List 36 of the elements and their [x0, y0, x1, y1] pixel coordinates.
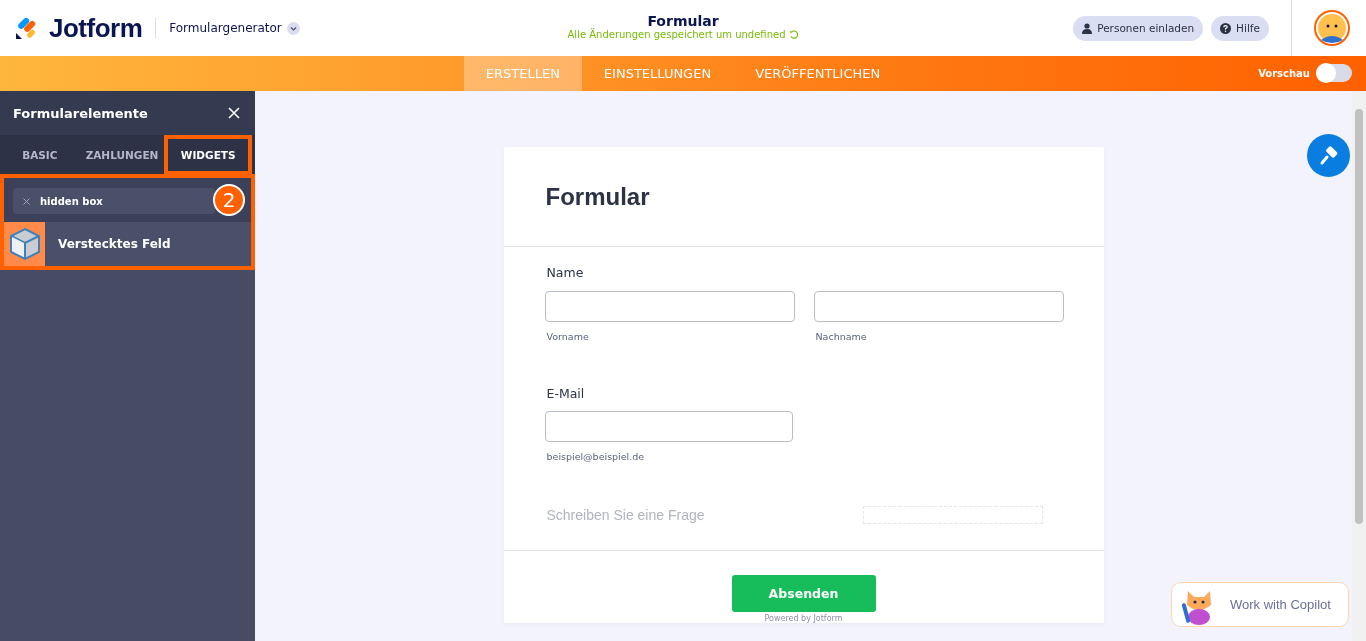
email-input[interactable]: [544, 411, 793, 442]
sublabel: beispiel@beispiel.de: [546, 451, 645, 462]
header-button[interactable]: Hilfe: [1211, 15, 1269, 41]
sidebar-title: Formularelemente: [13, 105, 148, 121]
field-label: E-Mail: [546, 386, 585, 401]
step-badge: 2: [213, 184, 245, 216]
sidebar-tab[interactable]: ZAHLUNGEN: [79, 135, 165, 175]
close-icon[interactable]: [228, 107, 240, 119]
chevron-down-icon[interactable]: [286, 21, 300, 35]
form-title: Formular: [647, 13, 719, 29]
header-button[interactable]: Personen einladen: [1073, 15, 1204, 41]
logo-text[interactable]: Jotform: [49, 12, 143, 44]
preview-label: Vorschau: [1258, 67, 1310, 79]
copilot-button[interactable]: Work with Copilot: [1171, 582, 1349, 627]
cube-icon: [8, 227, 41, 261]
refresh-icon: [789, 30, 799, 39]
sublabel: Nachname: [815, 331, 868, 342]
sidebar-tab[interactable]: WIDGETS: [164, 135, 252, 175]
powered-by-text[interactable]: Powered by Jotform: [764, 614, 843, 623]
field-label: Name: [546, 265, 584, 280]
clear-icon[interactable]: [23, 198, 30, 205]
product-menu[interactable]: Formulargenerator: [169, 21, 282, 35]
preview-toggle[interactable]: [1316, 64, 1352, 82]
scrollbar[interactable]: [1352, 91, 1366, 641]
avatar-icon[interactable]: [1314, 10, 1350, 46]
text-input[interactable]: [813, 291, 1064, 322]
help-icon: [1220, 22, 1232, 34]
sublabel: Vorname: [546, 331, 590, 342]
widget-item[interactable]: Verstecktes Feld: [4, 222, 251, 266]
search-field[interactable]: hidden box: [13, 188, 215, 214]
save-status: Alle Änderungen gespeichert um undefined: [567, 29, 786, 40]
sidebar-tab[interactable]: BASIC: [0, 135, 80, 175]
person-icon: [1082, 22, 1093, 34]
designer-button[interactable]: [1307, 134, 1350, 177]
text-input[interactable]: [544, 291, 795, 322]
form-heading: Formular: [545, 182, 650, 211]
